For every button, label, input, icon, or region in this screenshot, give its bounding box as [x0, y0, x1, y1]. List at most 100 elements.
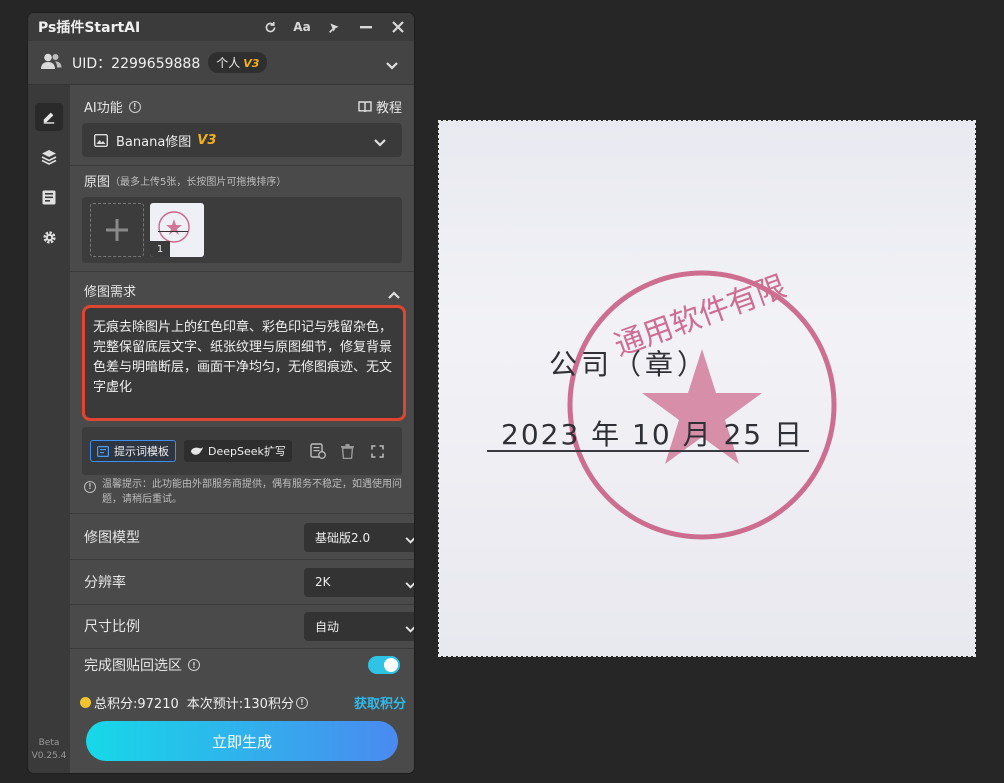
- paste-back-label-wrap: 完成图贴回选区 !: [84, 655, 200, 675]
- book-icon: [358, 100, 372, 112]
- plan-badge: 个人 V3: [208, 52, 268, 73]
- thumbnail-index: 1: [150, 241, 170, 257]
- add-image-button[interactable]: [90, 203, 144, 257]
- plan-name: 个人: [216, 56, 241, 70]
- chevron-down-icon[interactable]: [386, 55, 398, 74]
- trash-icon[interactable]: [336, 440, 360, 462]
- ratio-select[interactable]: 自动: [304, 611, 414, 641]
- toggle-knob: [384, 658, 398, 672]
- divider: [70, 513, 414, 514]
- settings-icon: [42, 230, 56, 244]
- sidebar-item-layers[interactable]: [28, 137, 70, 177]
- template-icon: [97, 445, 109, 457]
- chevron-down-icon: [405, 578, 414, 592]
- generate-button[interactable]: 立即生成: [86, 721, 398, 761]
- plus-icon: [106, 219, 128, 241]
- estimated-cost: 本次预计:130积分: [186, 697, 294, 712]
- ai-function-dropdown[interactable]: Banana修图 V3: [82, 123, 402, 157]
- ratio-row: 尺寸比例 自动: [70, 604, 414, 648]
- info-icon[interactable]: !: [295, 696, 308, 709]
- red-seal-stamp: 通用软件有限: [567, 269, 837, 540]
- company-seal-label: 公司（章）: [549, 348, 710, 381]
- ratio-label: 尺寸比例: [84, 619, 140, 635]
- source-label: 原图: [84, 175, 111, 190]
- title-bar: Ps插件StartAI Aa: [28, 13, 414, 41]
- notice-text: 温馨提示：此功能由外部服务商提供，偶有服务不稳定，如遇使用问题，请稍后重试。: [102, 479, 402, 505]
- ai-function-version: V3: [197, 132, 217, 148]
- requirement-textarea[interactable]: 无痕去除图片上的红色印章、彩色印记与残留杂色，完整保留底层文字、纸张纹理与原图细…: [82, 305, 406, 421]
- model-label: 修图模型: [84, 530, 140, 546]
- plan-version: V3: [243, 57, 260, 70]
- prompt-toolbar: 提示词模板 DeepSeek扩写: [82, 427, 402, 475]
- plugin-panel: Ps插件StartAI Aa UID：2299659888 个人 V3 Beta…: [28, 13, 414, 773]
- resolution-value: 2K: [315, 575, 331, 589]
- chevron-down-icon: [405, 622, 414, 636]
- ratio-value: 自动: [315, 619, 340, 634]
- paste-back-toggle[interactable]: [368, 656, 400, 674]
- divider: [70, 271, 414, 272]
- model-row: 修图模型 基础版2.0: [70, 515, 414, 559]
- prompt-template-button[interactable]: 提示词模板: [90, 440, 176, 462]
- footer: 总积分:97210 本次预计:130积分 ! 获取积分 立即生成: [70, 679, 414, 773]
- version-beta: Beta: [38, 738, 60, 748]
- save-icon: [42, 190, 56, 204]
- model-select[interactable]: 基础版2.0: [304, 522, 414, 552]
- points-info: 总积分:97210 本次预计:130积分 !: [80, 693, 308, 712]
- model-value: 基础版2.0: [315, 530, 371, 545]
- signature-underline: [487, 450, 809, 452]
- chevron-up-icon[interactable]: [388, 284, 400, 303]
- edit-icon: [43, 112, 55, 124]
- sidebar-item-settings[interactable]: [28, 217, 70, 257]
- minimize-icon[interactable]: [350, 13, 382, 41]
- resolution-select[interactable]: 2K: [304, 567, 414, 597]
- refresh-icon[interactable]: [254, 13, 286, 41]
- tutorial-label: 教程: [376, 101, 403, 116]
- ai-function-value: Banana修图: [116, 134, 192, 150]
- whale-icon: [191, 447, 203, 455]
- sidebar: Beta V0.25.4: [28, 85, 70, 773]
- tutorial-link[interactable]: 教程: [358, 97, 402, 116]
- version-info: Beta V0.25.4: [28, 737, 70, 763]
- date-line: 2023 年 10 月 25 日: [501, 418, 805, 451]
- panel-title: Ps插件StartAI: [38, 20, 141, 36]
- history-icon[interactable]: [306, 440, 330, 462]
- chevron-down-icon: [374, 136, 386, 151]
- image-thumbnail[interactable]: 1: [150, 203, 204, 257]
- get-points-link[interactable]: 获取积分: [354, 693, 406, 712]
- user-bar[interactable]: UID：2299659888 个人 V3: [28, 41, 414, 85]
- resolution-row: 分辨率 2K: [70, 560, 414, 604]
- font-size-icon[interactable]: Aa: [286, 13, 318, 41]
- resolution-label: 分辨率: [84, 575, 126, 591]
- fullscreen-icon[interactable]: [366, 440, 390, 462]
- requirement-header: 修图需求: [84, 281, 136, 300]
- deepseek-expand-button[interactable]: DeepSeek扩写: [184, 440, 292, 462]
- image-icon: [94, 133, 108, 147]
- document-canvas[interactable]: 通用软件有限 公司（章） 2023 年 10 月 25 日: [438, 120, 976, 657]
- prompt-template-label: 提示词模板: [114, 445, 169, 458]
- total-points: 总积分:97210: [94, 697, 179, 712]
- coin-icon: [80, 697, 91, 708]
- version-number: V0.25.4: [31, 751, 67, 761]
- chevron-down-icon: [405, 533, 414, 547]
- info-icon[interactable]: !: [128, 100, 141, 113]
- info-icon[interactable]: !: [188, 659, 200, 671]
- divider: [70, 165, 414, 166]
- requirement-label: 修图需求: [84, 285, 137, 300]
- ai-function-label: AI功能: [84, 101, 123, 116]
- service-notice: ! 温馨提示：此功能由外部服务商提供，偶有服务不稳定，如遇使用问题，请稍后重试。: [82, 477, 402, 507]
- info-icon: !: [84, 479, 96, 494]
- pin-icon[interactable]: [318, 13, 350, 41]
- user-id: UID：2299659888: [72, 55, 201, 72]
- source-header: 原图 （最多上传5张，长按图片可拖拽排序）: [84, 171, 286, 190]
- sidebar-item-edit[interactable]: [28, 97, 70, 137]
- main-content: AI功能 ! 教程 Banana修图 V3 原图 （最多上传5张，长按图片可拖拽…: [70, 85, 414, 773]
- deepseek-expand-label: DeepSeek扩写: [208, 445, 286, 458]
- layers-icon: [41, 150, 57, 165]
- paste-back-label: 完成图贴回选区: [84, 658, 182, 674]
- close-icon[interactable]: [382, 13, 414, 41]
- upload-area: 1: [82, 197, 402, 263]
- sidebar-item-save[interactable]: [28, 177, 70, 217]
- source-hint: （最多上传5张，长按图片可拖拽排序）: [110, 177, 287, 188]
- ai-function-header: AI功能 !: [84, 97, 141, 116]
- users-icon: [40, 53, 62, 73]
